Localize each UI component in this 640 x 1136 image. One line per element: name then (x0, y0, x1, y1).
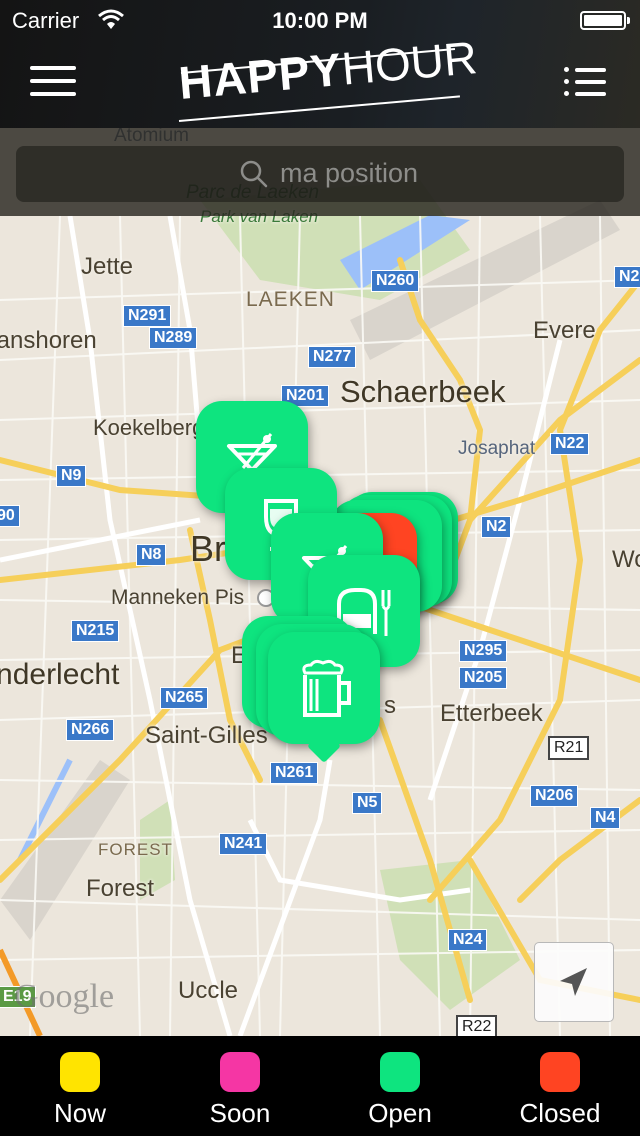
road-shield: N5 (352, 792, 383, 814)
place-label: Koekelberg (93, 415, 205, 440)
battery-icon (580, 11, 630, 30)
logo-text: HAPPYHOUR (176, 31, 480, 109)
place-label: Etterbeek (440, 700, 543, 727)
search-input[interactable]: ma position (16, 146, 624, 202)
legend-item-now[interactable]: Now (0, 1036, 160, 1136)
map-marker-beer[interactable] (268, 632, 380, 763)
legend-item-open[interactable]: Open (320, 1036, 480, 1136)
road-shield: N277 (308, 346, 357, 368)
google-attribution: Google (14, 978, 115, 1015)
road-shield: N2 (614, 266, 640, 288)
place-label: Saint-Gilles (145, 722, 268, 749)
logo-light: HOUR (339, 31, 480, 95)
legend-label: Closed (519, 1098, 601, 1128)
place-label: Jette (81, 253, 134, 280)
road-shield: N266 (66, 719, 115, 741)
legend-item-soon[interactable]: Soon (160, 1036, 320, 1136)
navigation-bar: Carrier 10:00 PM HAPPYHOUR (0, 0, 640, 128)
place-label: Schaerbeek (340, 374, 506, 409)
legend-swatch (540, 1052, 580, 1092)
place-label: Anderlecht (0, 658, 120, 691)
road-shield: N22 (550, 433, 590, 455)
road-shield: N260 (371, 270, 420, 292)
road-shield: N241 (219, 833, 268, 855)
road-shield: N291 (123, 305, 172, 327)
status-legend: Now Soon Open Closed (0, 1036, 640, 1136)
legend-label: Now (53, 1098, 106, 1128)
road-shield: N9 (56, 465, 87, 487)
road-shield: N2 (481, 516, 512, 538)
beer-mug-icon (302, 659, 351, 717)
place-label: Manneken Pis (111, 586, 245, 609)
road-shield: R21 (548, 736, 590, 760)
road-shield: N205 (459, 667, 508, 689)
hamburger-menu-button[interactable] (30, 66, 76, 100)
list-icon (564, 67, 606, 72)
place-label: Wo (612, 546, 640, 573)
road-shield: N265 (160, 687, 209, 709)
search-icon (240, 160, 268, 188)
list-view-button[interactable] (564, 67, 606, 98)
legend-label: Open (368, 1098, 432, 1128)
logo-bold: HAPPY (176, 42, 345, 109)
road-shield: N8 (136, 544, 167, 566)
road-shield: N289 (149, 327, 198, 349)
place-label: Br (190, 528, 226, 569)
legend-swatch (60, 1052, 100, 1092)
app-logo: HAPPYHOUR (175, 31, 479, 124)
legend-label: Soon (209, 1098, 271, 1128)
legend-swatch (380, 1052, 420, 1092)
road-shield: N4 (590, 807, 621, 829)
road-shield: N206 (530, 785, 579, 807)
place-label: Uccle (178, 977, 239, 1004)
road-shield: N261 (270, 762, 319, 784)
road-shield: N24 (448, 929, 488, 951)
locate-me-button[interactable] (534, 942, 614, 1022)
place-label: Josaphat (458, 438, 536, 459)
place-label: s (384, 692, 396, 719)
place-label: Forest (86, 875, 155, 902)
search-placeholder: ma position (280, 158, 419, 188)
legend-swatch (220, 1052, 260, 1092)
place-label: LAEKEN (246, 288, 335, 311)
place-label: Ganshoren (0, 327, 97, 354)
place-label: FOREST (98, 840, 173, 859)
road-shield: N295 (459, 640, 508, 662)
hamburger-icon (30, 66, 76, 70)
road-shield: N215 (71, 620, 120, 642)
battery-level (584, 15, 622, 26)
road-shield: R22 (456, 1015, 498, 1036)
search-bar-container: ma position (0, 128, 640, 216)
legend-item-closed[interactable]: Closed (480, 1036, 640, 1136)
status-bar: Carrier 10:00 PM (0, 0, 640, 40)
clock: 10:00 PM (272, 8, 368, 33)
place-label: Evere (533, 317, 596, 344)
location-arrow-icon (560, 968, 587, 996)
road-shield: 90 (0, 505, 20, 527)
